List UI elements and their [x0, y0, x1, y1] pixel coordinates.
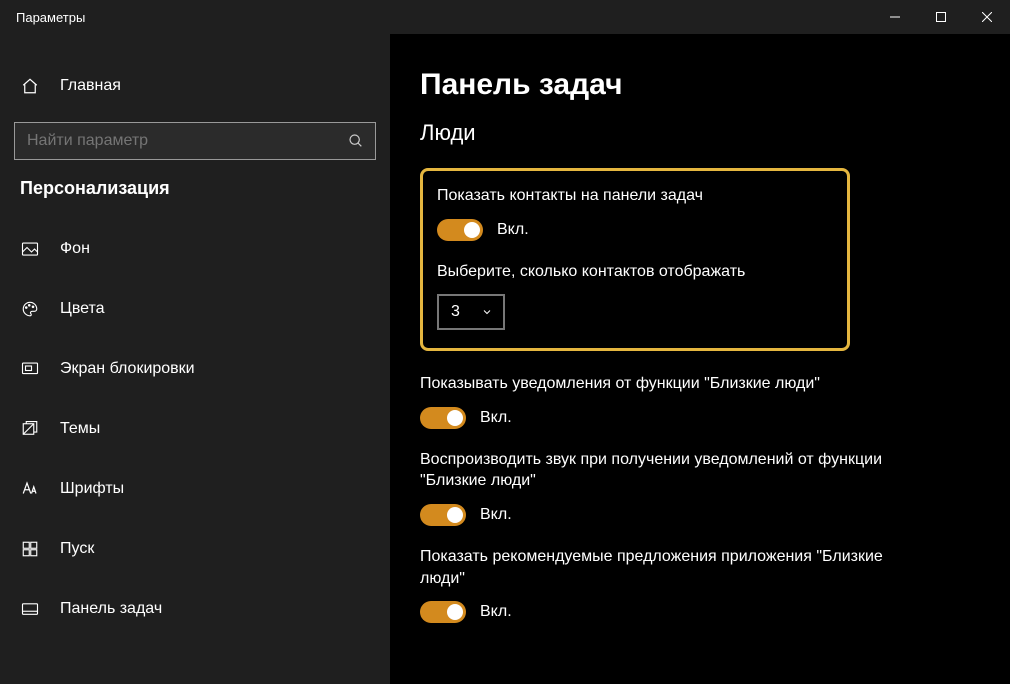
- search-box[interactable]: [14, 122, 376, 160]
- window-controls: [872, 0, 1010, 34]
- dropdown-contact-count[interactable]: 3: [437, 294, 505, 330]
- sidebar: Главная Персонализация Фон: [0, 34, 390, 684]
- setting-show-contacts: Показать контакты на панели задач Вкл.: [437, 185, 833, 241]
- sidebar-item-label: Экран блокировки: [60, 360, 195, 378]
- sidebar-item-label: Фон: [60, 240, 90, 258]
- toggle-state-label: Вкл.: [497, 221, 529, 239]
- sidebar-item-label: Цвета: [60, 300, 105, 318]
- taskbar-icon: [20, 599, 40, 619]
- sidebar-item-fonts[interactable]: Шрифты: [0, 467, 390, 511]
- setting-label: Выберите, сколько контактов отображать: [437, 261, 833, 283]
- sidebar-item-start[interactable]: Пуск: [0, 527, 390, 571]
- sidebar-item-label: Темы: [60, 420, 100, 438]
- setting-label: Показать рекомендуемые предложения прило…: [420, 546, 900, 589]
- themes-icon: [20, 419, 40, 439]
- minimize-button[interactable]: [872, 0, 918, 34]
- toggle-state-label: Вкл.: [480, 506, 512, 524]
- setting-contact-count: Выберите, сколько контактов отображать 3: [437, 261, 833, 331]
- toggle-state-label: Вкл.: [480, 409, 512, 427]
- sidebar-item-label: Панель задач: [60, 600, 162, 618]
- window-title: Параметры: [16, 10, 85, 25]
- page-title: Панель задач: [420, 68, 980, 102]
- nav-home[interactable]: Главная: [0, 64, 390, 108]
- setting-notifications: Показывать уведомления от функции "Близк…: [420, 373, 980, 429]
- chevron-down-icon: [481, 306, 493, 318]
- setting-sound: Воспроизводить звук при получении уведом…: [420, 449, 980, 526]
- maximize-button[interactable]: [918, 0, 964, 34]
- setting-label: Показать контакты на панели задач: [437, 185, 833, 207]
- search-input[interactable]: [27, 132, 347, 150]
- sidebar-item-colors[interactable]: Цвета: [0, 287, 390, 331]
- sidebar-nav-list: Фон Цвета Экран блокировки: [0, 227, 390, 631]
- toggle-notifications[interactable]: [420, 407, 466, 429]
- sidebar-item-label: Пуск: [60, 540, 94, 558]
- sidebar-item-label: Шрифты: [60, 480, 124, 498]
- sidebar-section-title: Персонализация: [0, 178, 390, 199]
- toggle-state-label: Вкл.: [480, 603, 512, 621]
- lockscreen-icon: [20, 359, 40, 379]
- setting-label: Воспроизводить звук при получении уведом…: [420, 449, 900, 492]
- highlighted-settings-group: Показать контакты на панели задач Вкл. В…: [420, 168, 850, 351]
- home-icon: [20, 76, 40, 96]
- image-icon: [20, 239, 40, 259]
- sidebar-item-themes[interactable]: Темы: [0, 407, 390, 451]
- toggle-suggestions[interactable]: [420, 601, 466, 623]
- palette-icon: [20, 299, 40, 319]
- sidebar-item-lockscreen[interactable]: Экран блокировки: [0, 347, 390, 391]
- nav-home-label: Главная: [60, 77, 121, 95]
- toggle-sound[interactable]: [420, 504, 466, 526]
- search-icon: [347, 132, 365, 150]
- close-button[interactable]: [964, 0, 1010, 34]
- setting-suggestions: Показать рекомендуемые предложения прило…: [420, 546, 980, 623]
- section-heading: Люди: [420, 120, 980, 146]
- dropdown-value: 3: [451, 303, 460, 321]
- titlebar: Параметры: [0, 0, 1010, 34]
- sidebar-item-background[interactable]: Фон: [0, 227, 390, 271]
- fonts-icon: [20, 479, 40, 499]
- toggle-show-contacts[interactable]: [437, 219, 483, 241]
- setting-label: Показывать уведомления от функции "Близк…: [420, 373, 980, 395]
- sidebar-item-taskbar[interactable]: Панель задач: [0, 587, 390, 631]
- start-icon: [20, 539, 40, 559]
- main-panel: Панель задач Люди Показать контакты на п…: [390, 34, 1010, 684]
